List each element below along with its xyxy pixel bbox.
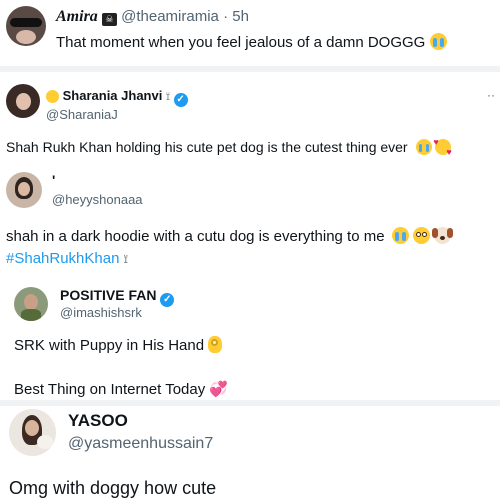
- tweet-text-content: SRK with Puppy in His Hand: [14, 337, 205, 354]
- tweet-text: Shah Rukh Khan holding his cute pet dog …: [6, 137, 452, 157]
- separator: ·: [223, 8, 229, 25]
- tweet-text-content: That moment when you feel jealous of a d…: [56, 34, 426, 51]
- sparkle-icon: ɪ̈: [165, 91, 170, 103]
- tweet-text: shah in a dark hoodie with a cutu dog is…: [6, 227, 454, 245]
- divider: [0, 400, 500, 406]
- display-name[interactable]: YASOO: [68, 411, 128, 431]
- display-name[interactable]: Sharania Jhanvi: [63, 88, 163, 103]
- avatar[interactable]: [9, 409, 56, 456]
- tweet-text: That moment when you feel jealous of a d…: [56, 33, 447, 51]
- tweet-text-content: Shah Rukh Khan holding his cute pet dog …: [6, 139, 408, 155]
- display-name[interactable]: ': [52, 172, 55, 188]
- user-handle[interactable]: @theamiramia: [121, 8, 219, 25]
- tweet-header: Sharania Jhanvi ɪ̈ ✓: [46, 88, 188, 107]
- verified-badge-icon: ✓: [173, 93, 188, 107]
- loudly-crying-face-icon: [415, 139, 432, 155]
- face-with-hand-over-mouth-icon: [46, 90, 59, 103]
- tweet-text-line-2: Best Thing on Internet Today 💞: [14, 380, 228, 398]
- display-name[interactable]: POSITIVE FAN: [60, 287, 156, 303]
- tweet-header: Amira ☠ @theamiramia · 5h: [56, 8, 249, 26]
- tweet-header: POSITIVE FAN ✓: [60, 287, 175, 307]
- avatar[interactable]: [6, 6, 46, 46]
- dog-face-icon: [432, 227, 454, 244]
- tweet-text: Omg with doggy how cute: [9, 478, 217, 498]
- hashtag-line: #ShahRukhKhan ɪ̈: [6, 250, 128, 267]
- divider: [0, 66, 500, 72]
- avatar[interactable]: [14, 287, 48, 321]
- tweet-text-content: Best Thing on Internet Today: [14, 381, 206, 398]
- verified-badge-icon: ✓: [160, 293, 175, 307]
- smiling-face-with-hearts-icon: ♥ ♥: [433, 137, 452, 157]
- pleading-face-icon: [412, 227, 430, 244]
- loudly-crying-face-icon: [429, 33, 447, 50]
- heart-with-ribbon-icon: 💞: [209, 381, 229, 398]
- display-name[interactable]: Amira: [56, 8, 98, 25]
- loudly-crying-face-icon: [391, 227, 409, 244]
- avatar[interactable]: [6, 172, 42, 208]
- user-handle[interactable]: @imashishsrk: [60, 305, 142, 320]
- avatar[interactable]: [6, 84, 40, 118]
- pirate-flag-icon: ☠: [101, 13, 117, 26]
- user-handle[interactable]: @yasmeenhussain7: [68, 435, 213, 453]
- tweet-text-line-1: SRK with Puppy in His Hand: [14, 336, 223, 354]
- user-handle[interactable]: @SharaniaJ: [46, 107, 118, 122]
- hashtag-emoji-icon: ɪ̈: [123, 252, 128, 266]
- hashtag-link[interactable]: #ShahRukhKhan: [6, 250, 119, 267]
- ok-hand-icon: [208, 336, 223, 353]
- more-options-button[interactable]: ··: [487, 88, 495, 102]
- tweet-text-content: shah in a dark hoodie with a cutu dog is…: [6, 228, 385, 245]
- user-handle[interactable]: @heyyshonaaa: [52, 192, 143, 207]
- timestamp[interactable]: 5h: [232, 8, 249, 25]
